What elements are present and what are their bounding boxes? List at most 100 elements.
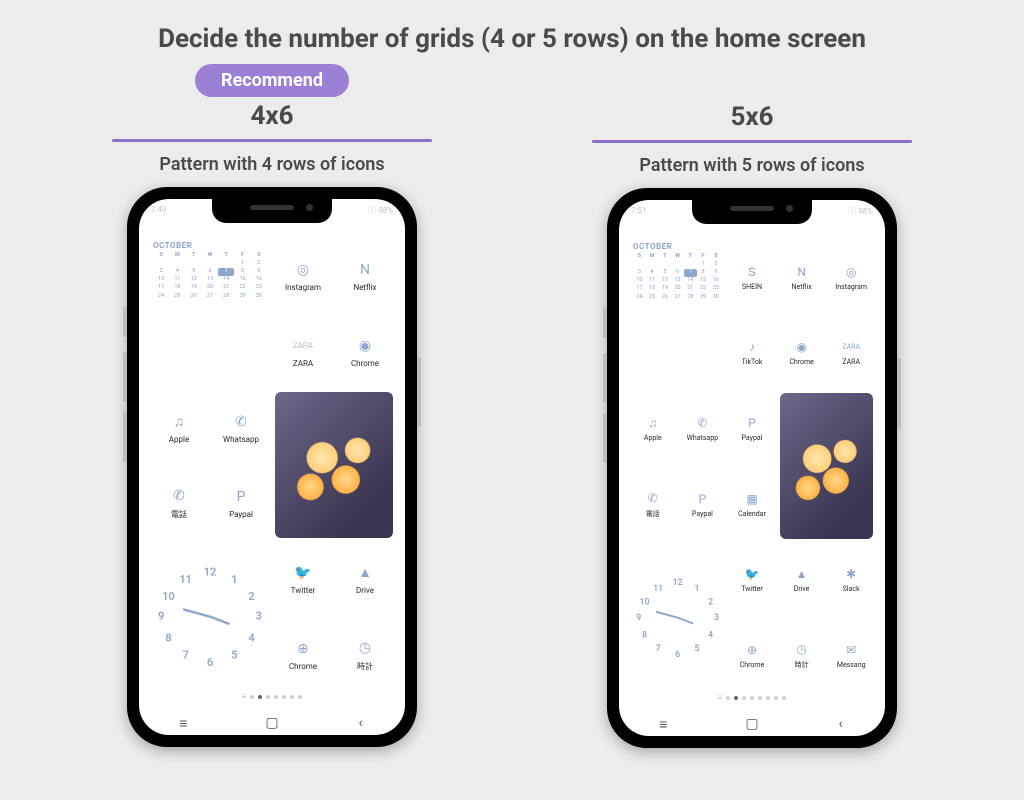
calendar-widget[interactable]: OCTOBER SMTWTFS 12 3456789 1011121314151… <box>149 239 271 388</box>
home-button[interactable]: ▢ <box>264 717 280 729</box>
columns: Recommend 4x6 Pattern with 4 rows of ico… <box>0 64 1024 748</box>
dot <box>726 696 730 700</box>
svg-text:1: 1 <box>695 583 700 593</box>
app-drive[interactable]: ▲ Drive <box>335 542 395 616</box>
app-whatsapp[interactable]: ✆Whatsapp <box>211 390 271 464</box>
side-button <box>123 352 127 402</box>
app-shein[interactable]: S SHEIN <box>728 240 776 314</box>
app-twitter[interactable]: 🐦Twitter <box>273 542 333 616</box>
app-label: Paypal <box>229 510 253 519</box>
paypal-icon: P <box>230 486 252 508</box>
app-label: ZARA <box>293 359 313 368</box>
app-twitter[interactable]: 🐦Twitter <box>728 543 776 617</box>
svg-text:8: 8 <box>165 631 171 644</box>
page-indicator[interactable]: ≡ <box>149 691 395 703</box>
side-button <box>897 358 901 428</box>
notch-speaker <box>250 205 294 210</box>
option-5x6[interactable]: 5x6 Pattern with 5 rows of icons 7:51 ⓘ … <box>572 64 932 748</box>
app-netflix[interactable]: NNetflix <box>778 240 826 314</box>
app-label: Apple <box>169 435 189 444</box>
photo-widget[interactable] <box>780 393 873 538</box>
page-indicator[interactable]: ≡ <box>629 692 875 704</box>
phone-mockup-right: 7:51 ⓘ 98% OCTOBER SMTWTFS 12 3456789 10… <box>607 188 897 748</box>
app-slack[interactable]: ✱Slack <box>827 543 875 617</box>
shein-icon: S <box>743 263 761 281</box>
screen: 7:51 ⓘ 98% OCTOBER SMTWTFS 12 3456789 10… <box>619 200 885 736</box>
svg-text:6: 6 <box>675 650 680 660</box>
app-safari[interactable]: ⊕Chrome <box>273 617 333 691</box>
app-label: Netflix <box>353 283 376 292</box>
app-drive[interactable]: ▲Drive <box>778 543 826 617</box>
app-paypal[interactable]: PPaypal <box>728 391 776 465</box>
side-button <box>123 412 127 462</box>
svg-text:10: 10 <box>640 597 650 607</box>
app-label: Calendar <box>738 510 766 518</box>
app-phone[interactable]: ✆電話 <box>629 467 677 541</box>
back-button[interactable]: ‹ <box>353 717 369 729</box>
app-clock[interactable]: ◷ 時計 <box>778 618 826 692</box>
paypal-icon: P <box>693 490 711 508</box>
notch-speaker <box>730 206 774 211</box>
clock-icon: ◷ <box>793 640 811 658</box>
app-apple-music[interactable]: ♫Apple <box>629 391 677 465</box>
page-title: Decide the number of grids (4 or 5 rows)… <box>0 0 1024 64</box>
app-tiktok[interactable]: ♪TikTok <box>728 316 776 390</box>
drive-icon: ▲ <box>354 562 376 584</box>
phone-icon: ✆ <box>168 485 190 507</box>
app-messenger[interactable]: ✉Messang <box>827 618 875 692</box>
instagram-icon: ◎ <box>842 263 860 281</box>
app-apple-music[interactable]: ♫Apple <box>149 390 209 464</box>
app-label: Chrome <box>789 358 814 366</box>
recents-button[interactable]: ≡ <box>655 718 671 730</box>
dot <box>774 696 778 700</box>
phone-icon: ✆ <box>644 489 662 507</box>
status-time: 7:49 <box>151 205 166 216</box>
app-paypal2[interactable]: PPaypal <box>679 467 727 541</box>
app-paypal[interactable]: P Paypal <box>211 466 271 540</box>
app-grid-4: OCTOBER SMTWTFS 12 3456789 1011121314151… <box>149 239 395 691</box>
clock-widget[interactable]: 121 23 45 67 89 1011 <box>629 543 726 692</box>
android-navbar: ≡ ▢ ‹ <box>139 717 405 729</box>
svg-text:5: 5 <box>231 648 237 661</box>
compass-icon: ⊕ <box>743 641 761 659</box>
app-safari[interactable]: ⊕Chrome <box>728 618 776 692</box>
recents-button[interactable]: ≡ <box>175 717 191 729</box>
calendar-month: OCTOBER <box>153 241 267 251</box>
svg-text:3: 3 <box>714 613 719 623</box>
app-calendar[interactable]: ▦Calendar <box>728 467 776 541</box>
app-chrome[interactable]: ◉Chrome <box>335 315 395 389</box>
app-zara[interactable]: ZARAZARA <box>827 316 875 390</box>
svg-text:7: 7 <box>182 648 188 661</box>
app-label: SHEIN <box>742 283 762 291</box>
option-4x6[interactable]: Recommend 4x6 Pattern with 4 rows of ico… <box>92 64 452 748</box>
svg-text:2: 2 <box>248 590 254 603</box>
whatsapp-icon: ✆ <box>230 411 252 433</box>
svg-text:10: 10 <box>162 590 175 603</box>
back-button[interactable]: ‹ <box>833 718 849 730</box>
app-label: Drive <box>356 586 374 595</box>
app-phone[interactable]: ✆電話 <box>149 466 209 540</box>
app-label: 時計 <box>795 660 809 670</box>
underline <box>592 140 912 143</box>
dot <box>250 695 254 699</box>
photo-widget[interactable] <box>275 392 393 537</box>
app-clock[interactable]: ◷時計 <box>335 617 395 691</box>
app-whatsapp[interactable]: ✆Whatsapp <box>679 391 727 465</box>
app-instagram[interactable]: ◎Instagram <box>827 240 875 314</box>
svg-text:7: 7 <box>656 644 661 654</box>
status-battery: ⓘ 98% <box>368 205 393 216</box>
app-netflix[interactable]: NNetflix <box>335 239 395 313</box>
clock-widget[interactable]: 121 23 45 67 89 1011 <box>149 542 271 691</box>
app-label: Twitter <box>291 586 316 595</box>
home-button[interactable]: ▢ <box>744 718 760 730</box>
dot-active <box>258 695 262 699</box>
dot <box>766 696 770 700</box>
app-zara[interactable]: ZARAZARA <box>273 315 333 389</box>
app-chrome[interactable]: ◉Chrome <box>778 316 826 390</box>
calendar-widget[interactable]: OCTOBER SMTWTFS 12 3456789 1011121314151… <box>629 240 726 389</box>
svg-text:8: 8 <box>642 630 647 640</box>
svg-text:12: 12 <box>204 565 217 578</box>
app-instagram[interactable]: ◎Instagram <box>273 239 333 313</box>
screen: 7:49 ⓘ 98% OCTOBER SMTWTFS 12 3456789 10… <box>139 199 405 735</box>
clock-icon: ◷ <box>354 637 376 659</box>
